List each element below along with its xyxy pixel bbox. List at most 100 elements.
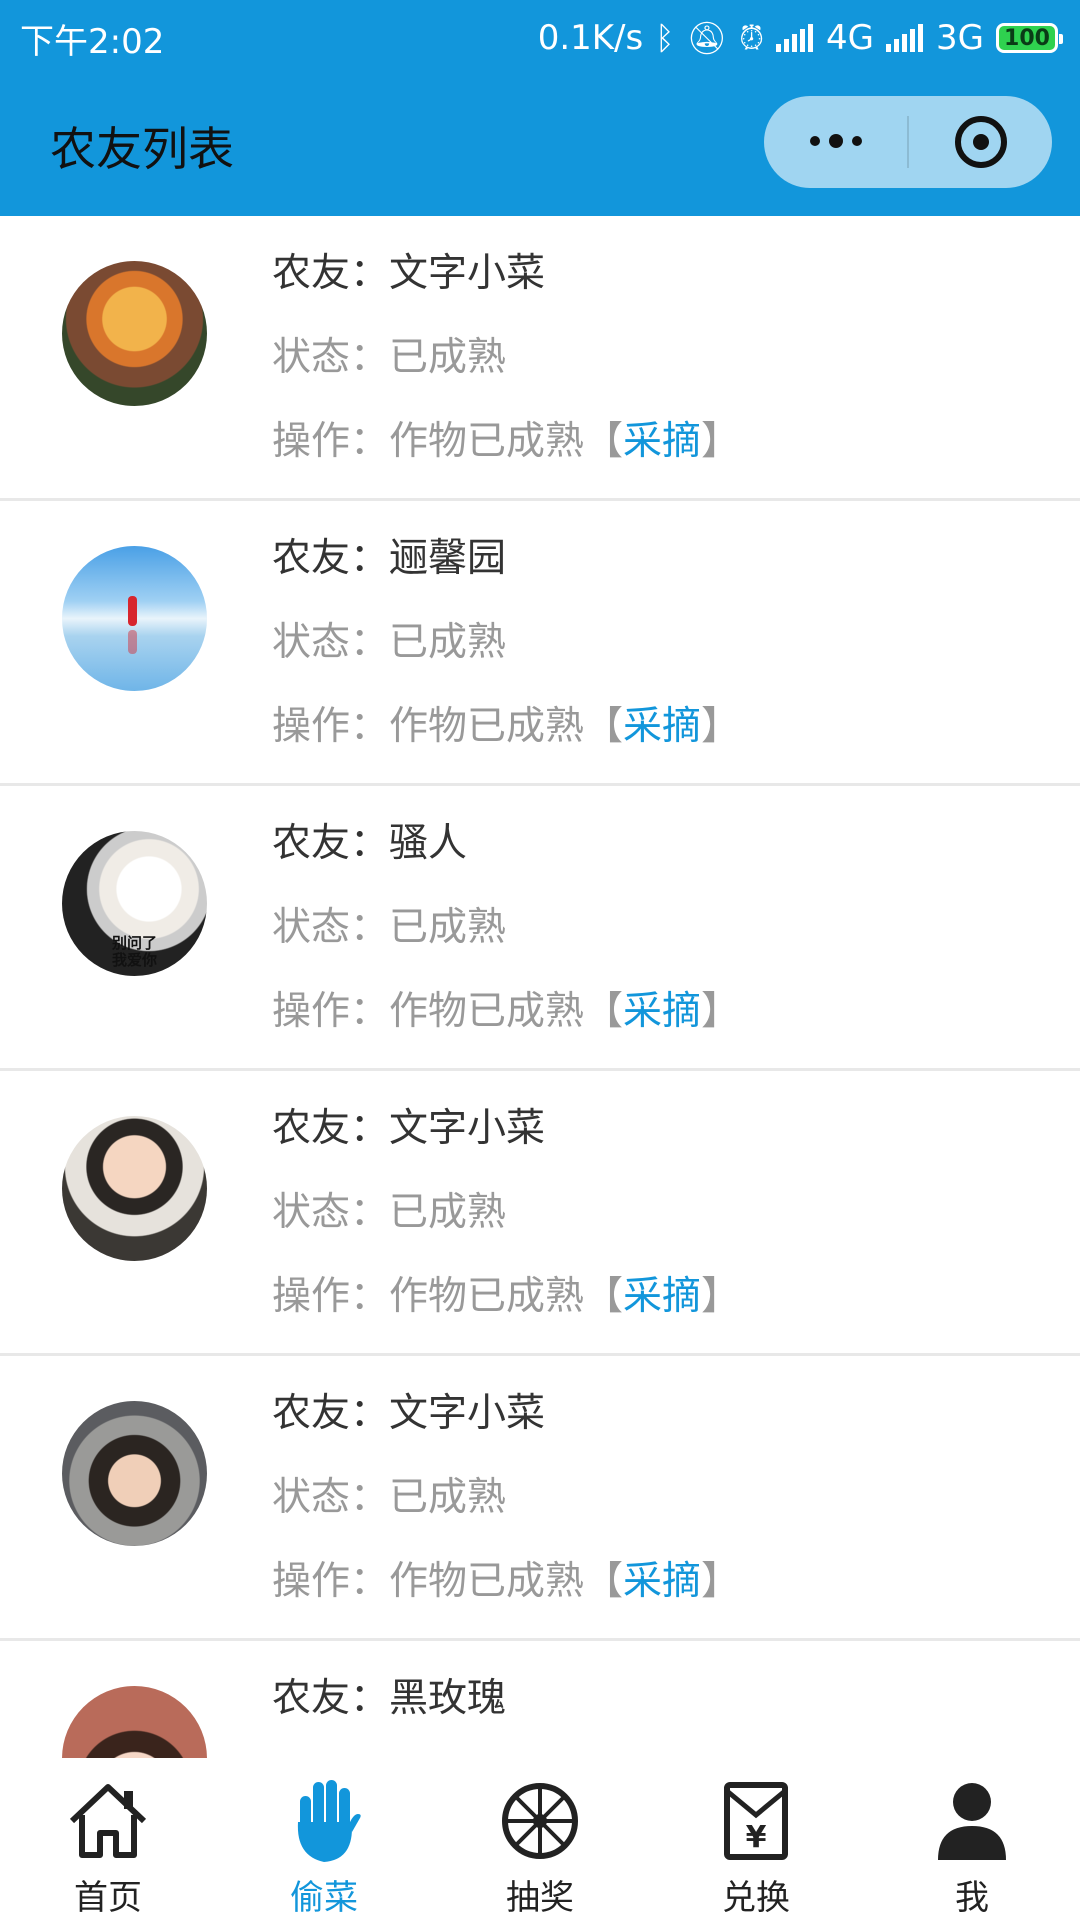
status-prefix: 状态： <box>272 335 390 380</box>
tab-lottery[interactable]: 抽奖 <box>432 1758 648 1920</box>
friend-row[interactable]: 农友：文字小菜 状态：已成熟 操作：作物已成熟【采摘】 <box>0 1356 1080 1641</box>
avatar[interactable]: 别问了 我爱你 <box>62 831 207 976</box>
action-prefix: 操作： <box>272 704 390 749</box>
action-text: 作物已成熟 <box>389 704 585 749</box>
friend-prefix: 农友： <box>272 536 390 581</box>
signal-icon <box>776 24 814 52</box>
tab-bar: 首页 偷菜 抽奖 ¥ 兑换 我 <box>0 1758 1080 1920</box>
bracket-open: 【 <box>584 704 624 749</box>
pick-link[interactable]: 采摘 <box>623 1274 701 1319</box>
friend-name: 逦馨园 <box>389 536 507 581</box>
bracket-close: 】 <box>701 989 741 1034</box>
home-icon <box>65 1778 151 1864</box>
friend-status: 已成熟 <box>389 1475 507 1520</box>
mute-bell-icon: 🔕︎ <box>686 19 728 57</box>
close-button[interactable] <box>909 96 1052 188</box>
tab-label: 抽奖 <box>506 1878 574 1918</box>
friend-status-line: 状态：已成熟 <box>272 326 506 382</box>
avatar[interactable] <box>62 1401 207 1546</box>
bluetooth-icon: ᛒ <box>655 19 675 57</box>
alarm-icon: ⏰︎ <box>739 18 765 57</box>
friend-name: 文字小菜 <box>389 1391 546 1436</box>
friend-name: 文字小菜 <box>389 1106 546 1151</box>
tab-exchange[interactable]: ¥ 兑换 <box>648 1758 864 1920</box>
friend-status: 已成熟 <box>389 620 507 665</box>
friend-name-line: 农友：文字小菜 <box>272 242 545 298</box>
friend-status-line: 状态：已成熟 <box>272 896 506 952</box>
friend-row[interactable]: 别问了 我爱你 农友：骚人 状态：已成熟 操作：作物已成熟【采摘】 <box>0 786 1080 1071</box>
hand-icon <box>281 1778 367 1864</box>
avatar-caption: 别问了 我爱你 <box>112 934 158 969</box>
friend-name-line: 农友：文字小菜 <box>272 1097 545 1153</box>
pick-link[interactable]: 采摘 <box>623 704 701 749</box>
status-bar: 下午2:02 0.1K/s ᛒ 🔕︎ ⏰︎ 4G 3G 100 <box>0 0 1080 76</box>
status-time: 下午2:02 <box>20 21 165 62</box>
friend-name: 黑玫瑰 <box>389 1676 507 1721</box>
friend-list[interactable]: 农友：文字小菜 状态：已成熟 操作：作物已成熟【采摘】 农友：逦馨园 状态：已成… <box>0 216 1080 1758</box>
status-prefix: 状态： <box>272 1475 390 1520</box>
status-indicators: 0.1K/s ᛒ 🔕︎ ⏰︎ 4G 3G 100 <box>537 18 1063 58</box>
action-text: 作物已成熟 <box>389 989 585 1034</box>
friend-name-line: 农友：逦馨园 <box>272 527 506 583</box>
bracket-close: 】 <box>701 419 741 464</box>
friend-row[interactable]: 农友：文字小菜 状态：已成熟 操作：作物已成熟【采摘】 <box>0 216 1080 501</box>
network-type-2: 3G <box>936 18 984 58</box>
avatar[interactable] <box>62 1116 207 1261</box>
friend-action-line: 操作：作物已成熟【采摘】 <box>272 410 740 466</box>
friend-status: 已成熟 <box>389 905 507 950</box>
friend-name: 文字小菜 <box>389 251 546 296</box>
friend-status-line: 状态：已成熟 <box>272 1181 506 1237</box>
bracket-open: 【 <box>584 419 624 464</box>
friend-row[interactable]: 农友：逦馨园 状态：已成熟 操作：作物已成熟【采摘】 <box>0 501 1080 786</box>
pick-link[interactable]: 采摘 <box>623 1559 701 1604</box>
action-prefix: 操作： <box>272 419 390 464</box>
friend-name-line: 农友：黑玫瑰 <box>272 1667 506 1723</box>
bracket-close: 】 <box>701 1559 741 1604</box>
svg-text:¥: ¥ <box>746 1820 767 1855</box>
user-icon <box>929 1778 1015 1864</box>
tab-label: 首页 <box>74 1878 142 1918</box>
tab-home[interactable]: 首页 <box>0 1758 216 1920</box>
bracket-open: 【 <box>584 989 624 1034</box>
wheel-icon <box>497 1778 583 1864</box>
action-text: 作物已成熟 <box>389 419 585 464</box>
tab-steal[interactable]: 偷菜 <box>216 1758 432 1920</box>
net-speed: 0.1K/s <box>537 18 644 58</box>
more-button[interactable] <box>764 96 907 188</box>
tab-label: 偷菜 <box>290 1878 358 1918</box>
avatar[interactable] <box>62 1686 207 1758</box>
friend-prefix: 农友： <box>272 251 390 296</box>
friend-status-line: 状态：已成熟 <box>272 1466 506 1522</box>
friend-name-line: 农友：骚人 <box>272 812 467 868</box>
status-prefix: 状态： <box>272 905 390 950</box>
avatar[interactable] <box>62 546 207 691</box>
action-prefix: 操作： <box>272 1559 390 1604</box>
bracket-close: 】 <box>701 704 741 749</box>
tab-me[interactable]: 我 <box>864 1758 1080 1920</box>
action-text: 作物已成熟 <box>389 1559 585 1604</box>
nav-bar: 农友列表 <box>0 76 1080 216</box>
bracket-open: 【 <box>584 1274 624 1319</box>
signal-icon <box>886 24 924 52</box>
avatar[interactable] <box>62 261 207 406</box>
page-title: 农友列表 <box>50 122 234 176</box>
friend-prefix: 农友： <box>272 1106 390 1151</box>
friend-row[interactable]: 农友：黑玫瑰 <box>0 1641 1080 1758</box>
network-type-1: 4G <box>826 18 875 58</box>
target-circle-icon <box>954 116 1007 168</box>
friend-name: 骚人 <box>389 821 468 866</box>
friend-status: 已成熟 <box>389 335 507 380</box>
pick-link[interactable]: 采摘 <box>623 989 701 1034</box>
status-prefix: 状态： <box>272 1190 390 1235</box>
friend-status-line: 状态：已成熟 <box>272 611 506 667</box>
friend-row[interactable]: 农友：文字小菜 状态：已成熟 操作：作物已成熟【采摘】 <box>0 1071 1080 1356</box>
tab-label: 我 <box>955 1878 989 1918</box>
battery-icon: 100 <box>996 23 1063 53</box>
friend-prefix: 农友： <box>272 1391 390 1436</box>
tab-label: 兑换 <box>722 1878 790 1918</box>
friend-status: 已成熟 <box>389 1190 507 1235</box>
pick-link[interactable]: 采摘 <box>623 419 701 464</box>
friend-name-line: 农友：文字小菜 <box>272 1382 545 1438</box>
friend-prefix: 农友： <box>272 821 390 866</box>
friend-action-line: 操作：作物已成熟【采摘】 <box>272 695 740 751</box>
